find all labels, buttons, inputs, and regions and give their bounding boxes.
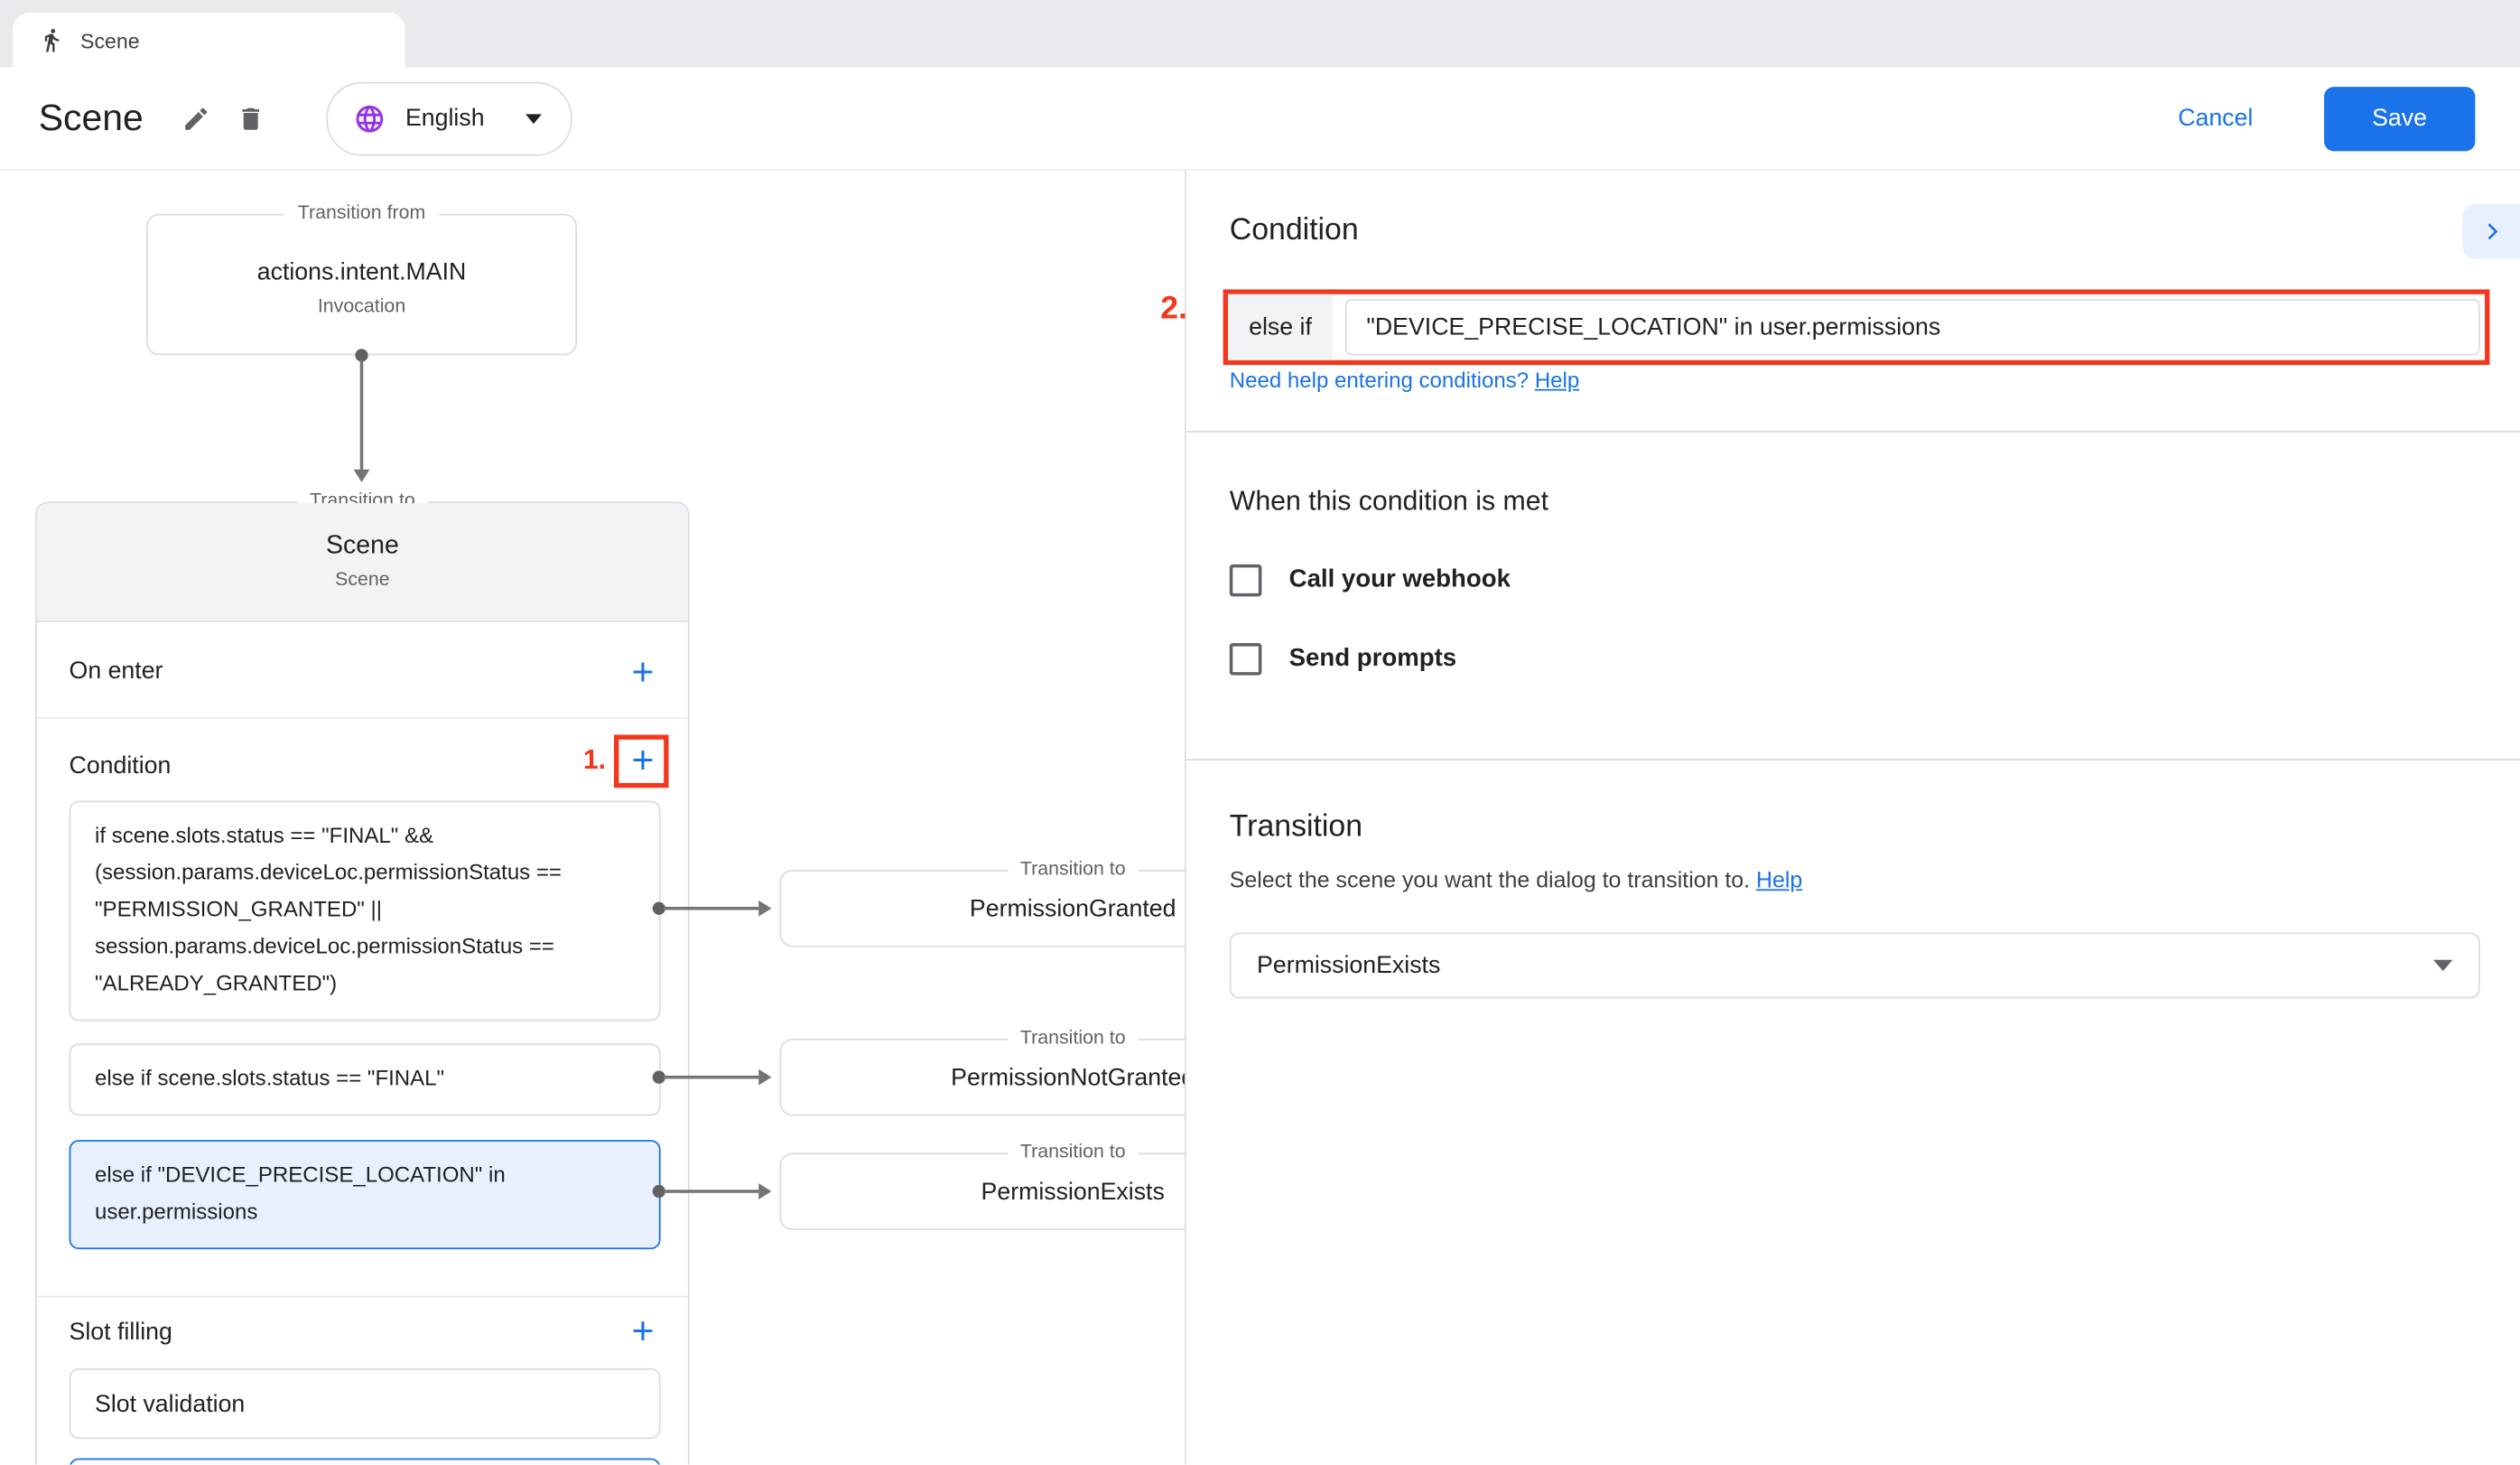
call-webhook-checkbox[interactable]	[1230, 565, 1262, 597]
transition-scene-value: PermissionExists	[1257, 952, 1440, 979]
chevron-right-icon	[2477, 217, 2506, 246]
header-toolbar: Scene English Cancel Save	[0, 68, 2520, 171]
trash-icon	[237, 104, 265, 133]
transition-help-link[interactable]: Help	[1756, 866, 1802, 891]
target-scene-name: PermissionGranted	[970, 895, 1176, 922]
scene-node-header[interactable]: Scene Scene	[37, 503, 688, 622]
transition-scene-select[interactable]: PermissionExists	[1230, 932, 2480, 998]
transition-from-node[interactable]: Transition from actions.intent.MAIN Invo…	[146, 214, 577, 356]
scene-tab[interactable]: Scene	[13, 13, 405, 68]
connector-arrowhead	[758, 1069, 771, 1086]
condition-editor-row step-2-highlight-box: else if	[1223, 289, 2490, 365]
target-scene-name: PermissionExists	[981, 1178, 1165, 1205]
connector-arrowhead	[758, 900, 771, 917]
language-selector[interactable]: English	[327, 81, 573, 155]
intent-name: actions.intent.MAIN	[148, 259, 576, 286]
condition-expression-input[interactable]	[1345, 299, 2479, 355]
target-scene-name: PermissionNotGranted	[951, 1064, 1185, 1091]
panel-condition-title: Condition	[1230, 214, 1359, 249]
browser-tab-bar: Scene	[0, 0, 2520, 68]
on-enter-label: On enter	[70, 658, 163, 685]
target-transition-to-label: Transition to	[1008, 857, 1139, 880]
transition-desc-text: Select the scene you want the dialog to …	[1230, 866, 1750, 891]
add-on-enter-button[interactable]: +	[620, 651, 665, 696]
cancel-button[interactable]: Cancel	[2178, 105, 2253, 132]
target-node-permission-granted[interactable]: Transition to PermissionGranted	[779, 870, 1185, 947]
intent-type: Invocation	[148, 294, 576, 317]
target-node-permission-exists[interactable]: Transition to PermissionExists	[779, 1152, 1185, 1229]
target-transition-to-label: Transition to	[1008, 1140, 1139, 1162]
condition-item-3-selected[interactable]: else if "DEVICE_PRECISE_LOCATION" in use…	[70, 1140, 661, 1249]
connector-line	[664, 1190, 758, 1192]
slot-filling-label: Slot filling	[70, 1319, 172, 1346]
pencil-icon	[182, 104, 211, 133]
send-prompts-option[interactable]: Send prompts	[1230, 643, 1456, 676]
target-transition-to-label: Transition to	[1008, 1026, 1139, 1049]
transition-description: Select the scene you want the dialog to …	[1230, 866, 1803, 891]
edit-scene-button[interactable]	[175, 98, 217, 139]
connector-arrowhead	[354, 470, 370, 482]
condition-help-line: Need help entering conditions? Help	[1230, 369, 1579, 393]
condition-help-link[interactable]: Help	[1535, 369, 1579, 393]
connector-line	[664, 1076, 758, 1078]
scene-node: Transition to Scene Scene On enter + Con…	[35, 501, 690, 1464]
when-met-title: When this condition is met	[1230, 486, 1548, 518]
delete-scene-button[interactable]	[230, 98, 272, 139]
globe-icon	[354, 102, 386, 135]
connector-arrowhead	[758, 1183, 771, 1199]
step-1-annotation: 1.	[564, 744, 606, 777]
connector-line	[664, 907, 758, 910]
section-divider	[37, 717, 688, 719]
condition-item-1[interactable]: if scene.slots.status == "FINAL" && (ses…	[70, 800, 661, 1020]
call-webhook-option[interactable]: Call your webhook	[1230, 565, 1511, 597]
send-prompts-checkbox[interactable]	[1230, 643, 1262, 676]
scene-name: Scene	[37, 532, 688, 561]
slot-validation-item[interactable]: Slot validation	[70, 1368, 661, 1439]
caret-down-icon	[526, 113, 543, 123]
flow-canvas: Transition from actions.intent.MAIN Invo…	[0, 171, 1185, 1465]
send-prompts-label: Send prompts	[1289, 645, 1456, 674]
page-title: Scene	[39, 97, 144, 140]
caret-down-icon	[2433, 960, 2452, 971]
step-1-highlight-box	[614, 735, 669, 788]
scene-tab-label: Scene	[80, 28, 140, 52]
condition-panel: Condition else if Need help entering con…	[1185, 171, 2520, 1465]
add-slot-button[interactable]: +	[620, 1311, 665, 1356]
else-if-chip: else if	[1228, 294, 1333, 360]
condition-item-2[interactable]: else if scene.slots.status == "FINAL"	[70, 1043, 661, 1115]
app-root: Scene Scene English Cancel Save	[0, 0, 2520, 1465]
language-label: English	[405, 105, 485, 132]
walking-person-icon	[39, 27, 64, 52]
collapse-panel-button[interactable]	[2462, 204, 2520, 259]
connector-line	[360, 360, 363, 470]
transition-from-label: Transition from	[284, 201, 438, 224]
target-node-permission-not-granted[interactable]: Transition to PermissionNotGranted	[779, 1039, 1185, 1115]
scene-subtitle: Scene	[37, 567, 688, 590]
call-webhook-label: Call your webhook	[1289, 566, 1511, 595]
panel-divider	[1186, 759, 2520, 760]
condition-section-label: Condition	[70, 752, 172, 779]
save-button[interactable]: Save	[2324, 86, 2476, 150]
panel-divider	[1186, 431, 2520, 433]
transition-title: Transition	[1230, 810, 1362, 845]
section-divider	[37, 1296, 688, 1298]
condition-help-text: Need help entering conditions?	[1230, 369, 1529, 393]
step-2-annotation: 2.	[1160, 291, 1187, 328]
